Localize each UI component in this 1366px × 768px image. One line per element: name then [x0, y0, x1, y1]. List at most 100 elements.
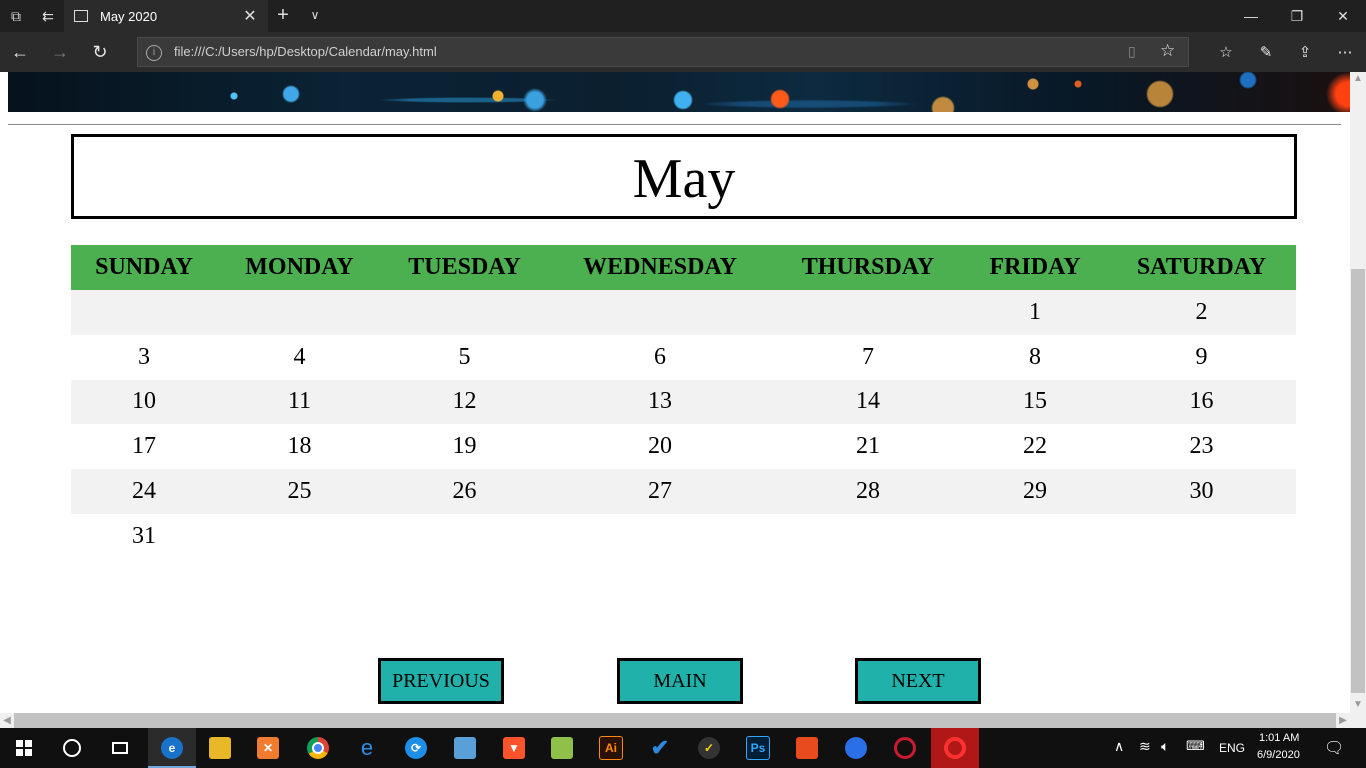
tab-actions-icon[interactable]: ⧉	[6, 6, 26, 26]
favorite-star-icon[interactable]: ☆	[1160, 41, 1175, 61]
wifi-icon[interactable]: ≋	[1139, 738, 1151, 755]
back-button[interactable]: ←	[8, 40, 32, 64]
restore-button[interactable]: ❐	[1274, 0, 1320, 32]
taskbar-app[interactable]: ▼	[490, 728, 538, 768]
day-cell	[963, 514, 1107, 559]
day-cell	[382, 290, 547, 335]
clock-date[interactable]: 6/9/2020	[1257, 749, 1300, 761]
taskbar-app[interactable]: ✔	[636, 728, 684, 768]
scroll-left-icon[interactable]: ◀	[0, 713, 14, 728]
taskbar-app[interactable]: ✕	[244, 728, 292, 768]
language-indicator[interactable]: ENG	[1219, 741, 1245, 755]
favorites-icon[interactable]: ☆	[1214, 40, 1238, 64]
taskbar-app[interactable]	[441, 728, 489, 768]
windows-logo-icon	[16, 740, 32, 756]
weekday-header: WEDNESDAY	[547, 245, 773, 290]
set-aside-tabs-icon[interactable]: ⇇	[38, 6, 58, 26]
todo-icon: ✔	[650, 735, 670, 760]
day-cell: 23	[1189, 433, 1214, 460]
next-button[interactable]: NEXT	[855, 658, 981, 704]
taskbar-app[interactable]: e	[343, 728, 391, 768]
notifications-icon[interactable]: 🗨︎	[1324, 738, 1344, 758]
vertical-scrollbar-thumb[interactable]	[1351, 269, 1365, 693]
day-cell: 12	[382, 379, 547, 425]
xampp-icon: ✕	[257, 737, 279, 759]
chrome-icon	[307, 737, 329, 759]
day-cell: 6	[654, 343, 666, 370]
day-cell: 13	[547, 379, 773, 425]
taskbar-app[interactable]: Ai	[587, 728, 635, 768]
taskbar-app[interactable]	[931, 728, 979, 768]
weekday-header: THURSDAY	[773, 245, 963, 290]
more-menu-icon[interactable]: ⋯	[1333, 40, 1357, 64]
web-note-icon[interactable]: ✎	[1254, 40, 1278, 64]
tab-may-2020[interactable]: May 2020 ✕	[64, 0, 268, 32]
day-cell	[773, 514, 963, 559]
day-cell: 8	[1029, 343, 1041, 370]
minimize-button[interactable]: —	[1228, 0, 1274, 32]
close-window-button[interactable]: ✕	[1320, 0, 1366, 32]
day-cell: 25	[217, 469, 382, 514]
taskbar-app[interactable]: ⟳	[392, 728, 440, 768]
norton-icon: ✓	[698, 737, 720, 759]
day-cell: 20	[648, 433, 672, 460]
previous-button[interactable]: PREVIOUS	[378, 658, 504, 704]
keyboard-icon[interactable]: ⌨︎	[1186, 738, 1205, 754]
taskbar-app[interactable]	[832, 728, 880, 768]
taskbar-app[interactable]	[196, 728, 244, 768]
taskbar-app[interactable]	[783, 728, 831, 768]
internet-explorer-icon: e	[360, 735, 374, 760]
url-text[interactable]: file:///C:/Users/hp/Desktop/Calendar/may…	[174, 44, 437, 59]
scroll-up-icon[interactable]: ▲	[1350, 72, 1366, 86]
day-cell: 10	[71, 379, 217, 425]
close-tab-icon[interactable]: ✕	[238, 6, 262, 26]
week-row: 1 2	[71, 290, 1296, 335]
notepad-plus-plus-icon	[551, 737, 573, 759]
clock-time[interactable]: 1:01 AM	[1259, 732, 1299, 744]
week-row: 3 4 5 6 7 8 9	[71, 335, 1296, 380]
divider	[8, 124, 1341, 125]
task-view-icon	[112, 742, 128, 754]
sync-icon: ⟳	[405, 737, 427, 759]
volume-icon[interactable]: 🔈︎	[1161, 738, 1169, 755]
firefox-icon	[845, 737, 867, 759]
taskbar-app[interactable]	[538, 728, 586, 768]
task-view-button[interactable]	[96, 728, 144, 768]
address-bar[interactable]: i file:///C:/Users/hp/Desktop/Calendar/m…	[137, 37, 1189, 67]
taskbar-app[interactable]: ✓	[685, 728, 733, 768]
day-cell	[217, 514, 382, 559]
day-cell: 30	[1107, 469, 1296, 514]
search-button[interactable]	[48, 728, 96, 768]
weekday-header-row: SUNDAY MONDAY TUESDAY WEDNESDAY THURSDAY…	[71, 245, 1296, 290]
day-cell: 1	[963, 290, 1107, 335]
reading-view-icon[interactable]: ▯	[1128, 43, 1136, 60]
main-button[interactable]: MAIN	[617, 658, 743, 704]
show-hidden-icons-chevron-icon[interactable]: ∧	[1114, 738, 1124, 755]
info-icon[interactable]: i	[146, 45, 162, 61]
day-cell: 7	[862, 343, 874, 370]
opera-gx-icon	[944, 737, 966, 759]
taskbar-app[interactable]: e	[148, 728, 196, 768]
day-cell: 3	[138, 343, 150, 370]
day-cell: 22	[1023, 433, 1047, 460]
week-row: 17 18 19 20 21 22 23	[71, 424, 1296, 469]
scroll-right-icon[interactable]: ▶	[1336, 713, 1350, 728]
cortana-icon	[63, 739, 81, 757]
refresh-button[interactable]: ↻	[88, 40, 112, 64]
month-title: May	[632, 147, 736, 210]
page-viewport: May SUNDAY MONDAY TUESDAY WEDNESDAY THUR…	[0, 72, 1350, 713]
share-icon[interactable]: ⇪	[1293, 40, 1317, 64]
day-cell	[382, 514, 547, 559]
tab-preview-chevron-icon[interactable]: ∨	[304, 4, 326, 26]
forward-button[interactable]: →	[48, 40, 72, 64]
taskbar-app[interactable]: Ps	[734, 728, 782, 768]
day-cell	[547, 290, 773, 335]
new-tab-button[interactable]: +	[272, 4, 294, 26]
page-icon	[74, 10, 88, 22]
taskbar-app[interactable]	[294, 728, 342, 768]
scroll-down-icon[interactable]: ▼	[1350, 698, 1366, 712]
horizontal-scrollbar[interactable]	[0, 713, 1350, 728]
start-button[interactable]	[0, 728, 48, 768]
office-icon	[796, 737, 818, 759]
taskbar-app[interactable]	[881, 728, 929, 768]
